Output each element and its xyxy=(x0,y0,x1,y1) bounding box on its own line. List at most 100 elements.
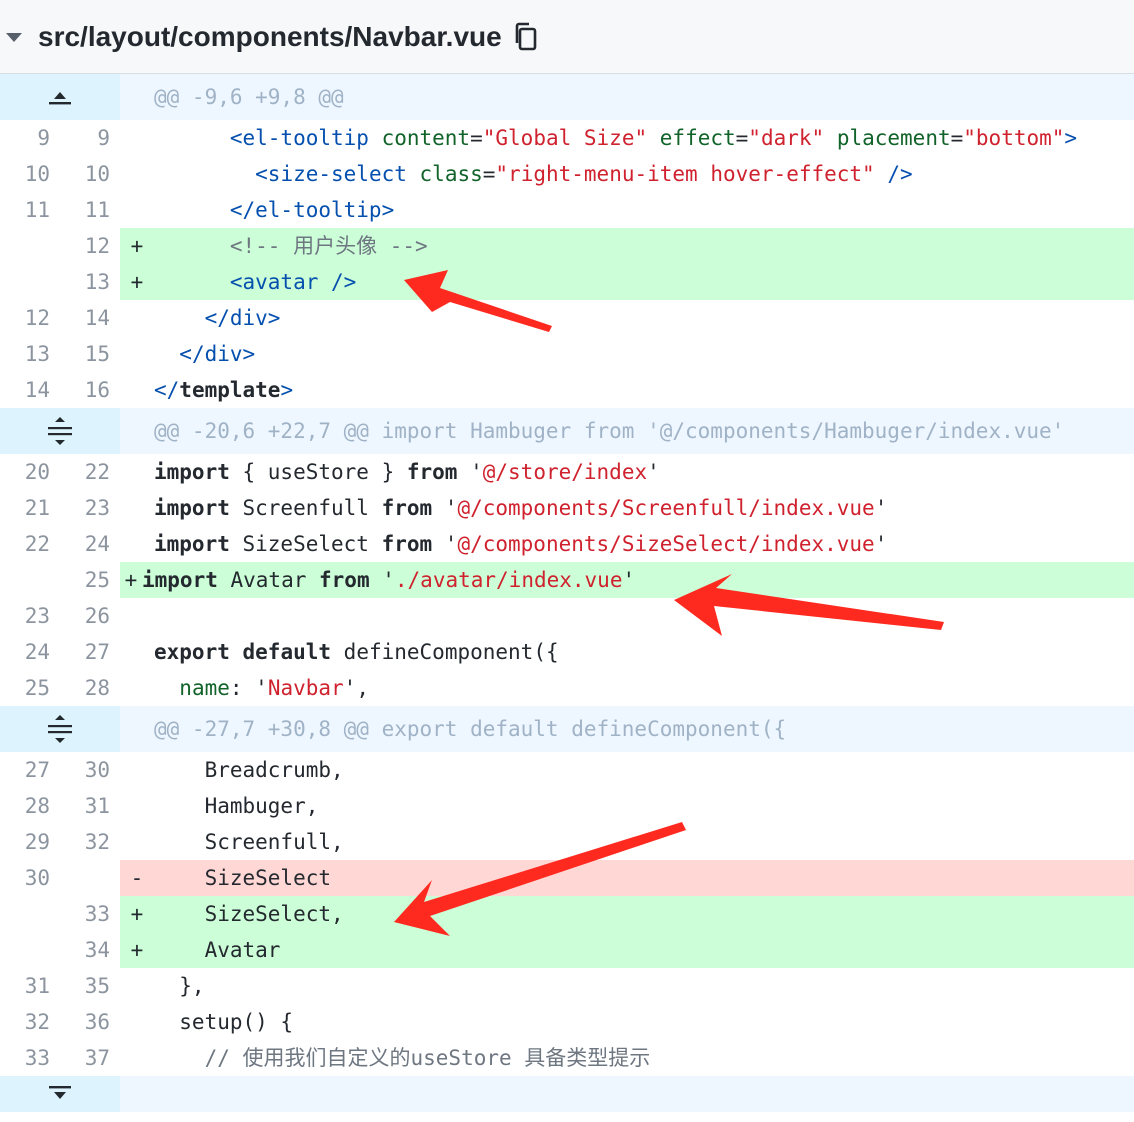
new-line-number: 31 xyxy=(84,794,110,818)
old-line-number: 20 xyxy=(24,460,50,484)
new-line-number: 12 xyxy=(60,228,120,264)
new-line-number: 22 xyxy=(84,460,110,484)
code-line: Hambuger, xyxy=(154,794,319,818)
new-line-number: 14 xyxy=(84,306,110,330)
hunk-header-text: @@ -27,7 +30,8 @@ export default defineC… xyxy=(120,706,1134,752)
new-line-number: 30 xyxy=(84,758,110,782)
old-line-number: 11 xyxy=(24,198,50,222)
diff-line: 14 16 </template> xyxy=(0,372,1134,408)
new-line-number: 34 xyxy=(60,932,120,968)
new-line-number: 10 xyxy=(84,162,110,186)
diff-view: @@ -9,6 +9,8 @@ 9 9 <el-tooltip content=… xyxy=(0,74,1134,1112)
code-line: export default defineComponent({ xyxy=(154,640,559,664)
expand-up-icon xyxy=(49,92,71,105)
code-line: <size-select class="right-menu-item hove… xyxy=(255,162,913,186)
new-line-number: 15 xyxy=(84,342,110,366)
diff-line: 25 28 name: 'Navbar', xyxy=(0,670,1134,706)
new-line-number: 24 xyxy=(84,532,110,556)
old-line-number: 12 xyxy=(24,306,50,330)
diff-line: 31 35 }, xyxy=(0,968,1134,1004)
hunk-footer xyxy=(0,1076,1134,1112)
diff-line: 13 15 </div> xyxy=(0,336,1134,372)
file-path: src/layout/components/Navbar.vue xyxy=(38,20,502,52)
hunk-header-text: @@ -20,6 +22,7 @@ import Hambuger from '… xyxy=(120,408,1134,454)
hunk-header: @@ -27,7 +30,8 @@ export default defineC… xyxy=(0,706,1134,752)
diff-line: 9 9 <el-tooltip content="Global Size" ef… xyxy=(0,120,1134,156)
new-line-number xyxy=(60,860,120,896)
collapse-caret-icon[interactable] xyxy=(6,33,22,42)
new-line-number: 37 xyxy=(84,1046,110,1070)
old-line-number: 14 xyxy=(24,378,50,402)
diff-line: 10 10 <size-select class="right-menu-ite… xyxy=(0,156,1134,192)
old-line-number: 10 xyxy=(24,162,50,186)
code-line: + SizeSelect, xyxy=(120,896,1134,932)
code-line: </el-tooltip> xyxy=(229,198,395,222)
diff-line: 11 11 </el-tooltip> xyxy=(0,192,1134,228)
diff-line: 22 24 import SizeSelect from '@/componen… xyxy=(0,526,1134,562)
code-line: Screenfull, xyxy=(154,830,344,854)
code-line: Breadcrumb, xyxy=(154,758,344,782)
new-line-number: 9 xyxy=(97,126,110,150)
new-line-number: 16 xyxy=(84,378,110,402)
file-header: src/layout/components/Navbar.vue xyxy=(0,0,1134,74)
old-line-number: 23 xyxy=(24,604,50,628)
expand-all-button[interactable] xyxy=(0,706,120,752)
expand-icon xyxy=(48,417,72,445)
added-line: 25 + import Avatar from './avatar/index.v… xyxy=(0,562,1134,598)
old-line-number xyxy=(0,264,60,300)
hunk-header: @@ -9,6 +9,8 @@ xyxy=(0,74,1134,120)
removed-line: 30 - SizeSelect xyxy=(0,860,1134,896)
code-line: name: 'Navbar', xyxy=(179,676,369,700)
diff-line: 23 26 xyxy=(0,598,1134,634)
code-line: <el-tooltip content="Global Size" effect… xyxy=(229,126,1078,150)
diff-line: 27 30 Breadcrumb, xyxy=(0,752,1134,788)
old-line-number: 21 xyxy=(24,496,50,520)
old-line-number xyxy=(0,896,60,932)
code-line: - SizeSelect xyxy=(120,860,1134,896)
diff-line: 32 36 setup() { xyxy=(0,1004,1134,1040)
code-line: </div> xyxy=(179,342,256,366)
code-line: + Avatar xyxy=(120,932,1134,968)
new-line-number: 35 xyxy=(84,974,110,998)
expand-all-button[interactable] xyxy=(0,408,120,454)
new-line-number: 13 xyxy=(60,264,120,300)
diff-line: 20 22 import { useStore } from '@/store/… xyxy=(0,454,1134,490)
old-line-number xyxy=(0,228,60,264)
expand-down-button[interactable] xyxy=(0,1076,120,1112)
old-line-number: 29 xyxy=(24,830,50,854)
old-line-number: 31 xyxy=(24,974,50,998)
code-line: </div> xyxy=(204,306,281,330)
old-line-number: 24 xyxy=(24,640,50,664)
code-line: import Screenfull from '@/components/Scr… xyxy=(154,496,888,520)
old-line-number: 25 xyxy=(24,676,50,700)
code-line: + <!-- 用户头像 --> xyxy=(120,228,1134,264)
old-line-number: 28 xyxy=(24,794,50,818)
old-line-number: 13 xyxy=(24,342,50,366)
code-line: + <avatar /> xyxy=(120,264,1134,300)
code-line: setup() { xyxy=(154,1010,294,1034)
old-line-number: 9 xyxy=(37,126,50,150)
old-line-number xyxy=(0,932,60,968)
copy-icon[interactable] xyxy=(514,22,538,52)
new-line-number: 27 xyxy=(84,640,110,664)
diff-line: 28 31 Hambuger, xyxy=(0,788,1134,824)
code-line: </template> xyxy=(154,378,294,402)
new-line-number: 23 xyxy=(84,496,110,520)
expand-up-button[interactable] xyxy=(0,74,120,120)
code-line: }, xyxy=(154,974,205,998)
new-line-number: 11 xyxy=(84,198,110,222)
added-line: 34 + Avatar xyxy=(0,932,1134,968)
code-line: // 使用我们自定义的useStore 具备类型提示 xyxy=(154,1046,651,1070)
new-line-number: 28 xyxy=(84,676,110,700)
added-line: 33 + SizeSelect, xyxy=(0,896,1134,932)
hunk-header-text: @@ -9,6 +9,8 @@ xyxy=(120,74,1134,120)
added-line: 12 + <!-- 用户头像 --> xyxy=(0,228,1134,264)
old-line-number: 30 xyxy=(24,866,50,890)
new-line-number: 26 xyxy=(84,604,110,628)
old-line-number: 33 xyxy=(24,1046,50,1070)
diff-line: 24 27 export default defineComponent({ xyxy=(0,634,1134,670)
old-line-number xyxy=(0,562,60,598)
hunk-header: @@ -20,6 +22,7 @@ import Hambuger from '… xyxy=(0,408,1134,454)
hunk-footer-space xyxy=(120,1076,1134,1112)
